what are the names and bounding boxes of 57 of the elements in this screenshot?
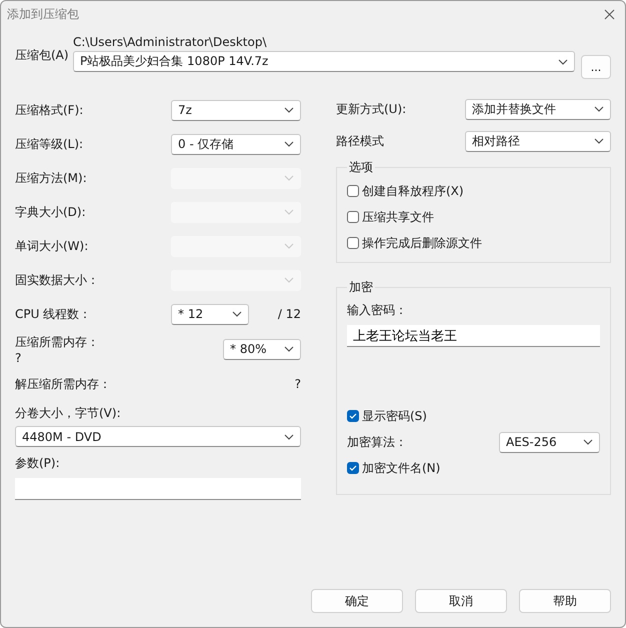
chevron-down-icon (583, 439, 593, 445)
chevron-down-icon (284, 346, 294, 352)
dropdown[interactable]: * 80% (223, 338, 301, 360)
field-label: 单词大小(W): (15, 238, 88, 254)
field-label: 压缩所需内存： (15, 334, 99, 350)
archive-path: C:\Users\Administrator\Desktop\ (73, 35, 268, 49)
dropdown[interactable]: 4480M - DVD (15, 426, 301, 447)
checkbox[interactable]: 压缩共享文件 (347, 204, 600, 230)
chevron-down-icon (558, 58, 568, 64)
memory-value: ? (294, 377, 301, 391)
archive-label: 压缩包(A) (15, 47, 67, 64)
field-label: 解压缩所需内存： (15, 376, 111, 392)
dropdown[interactable]: AES-256 (499, 432, 600, 452)
chevron-down-icon (284, 277, 294, 283)
field-label: CPU 线程数： (15, 306, 92, 322)
chevron-down-icon (284, 243, 294, 249)
chevron-down-icon (594, 106, 604, 112)
window-title: 添加到压缩包 (7, 6, 79, 22)
field-label: 参数(P): (15, 455, 61, 472)
dialog-button[interactable]: 帮助 (519, 589, 611, 613)
group-title: 选项 (348, 159, 374, 176)
dropdown[interactable]: 0 - 仅存储 (171, 134, 301, 154)
checkbox[interactable]: 显示密码(S) (347, 403, 600, 429)
field-label: 更新方式(U): (336, 100, 406, 118)
checkbox[interactable]: 操作完成后删除源文件 (347, 230, 600, 256)
browse-button[interactable]: ... (581, 55, 611, 79)
field-label: 字典大小(D): (15, 204, 86, 220)
close-icon[interactable] (604, 8, 615, 20)
password-field[interactable]: 上老王论坛当老王 (347, 325, 600, 347)
dropdown[interactable]: 添加并替换文件 (465, 98, 611, 120)
chevron-down-icon (284, 107, 294, 113)
field-label: 输入密码： (347, 302, 408, 319)
chevron-down-icon (284, 175, 294, 181)
field-label: 分卷大小，字节(V): (15, 405, 122, 422)
memory-value: ? (15, 350, 22, 364)
field-label: 路径模式 (336, 132, 384, 150)
checkbox[interactable]: 创建自释放程序(X) (347, 178, 600, 204)
dialog-button[interactable]: 确定 (311, 589, 403, 613)
dropdown[interactable]: P站极品美少妇合集 1080P 14V.7z (73, 51, 575, 72)
chevron-down-icon (284, 209, 294, 215)
group-title: 加密 (348, 279, 374, 296)
field-label: 压缩格式(F): (15, 102, 84, 118)
dropdown[interactable]: * 12 (171, 304, 249, 324)
thread-total: / 12 (278, 307, 301, 321)
field-label: 压缩等级(L): (15, 136, 84, 152)
dropdown[interactable]: 7z (171, 100, 301, 120)
checkbox[interactable]: 加密文件名(N) (347, 455, 600, 481)
field-label: 固实数据大小： (15, 272, 99, 288)
field-label: 压缩方法(M): (15, 170, 87, 186)
chevron-down-icon (232, 311, 242, 317)
chevron-down-icon (284, 141, 294, 147)
chevron-down-icon (594, 138, 604, 144)
dialog-button[interactable]: 取消 (415, 589, 507, 613)
chevron-down-icon (284, 434, 294, 440)
parameters-field[interactable] (15, 478, 301, 500)
field-label: 加密算法： (347, 434, 407, 450)
dropdown[interactable]: 相对路径 (465, 130, 611, 152)
